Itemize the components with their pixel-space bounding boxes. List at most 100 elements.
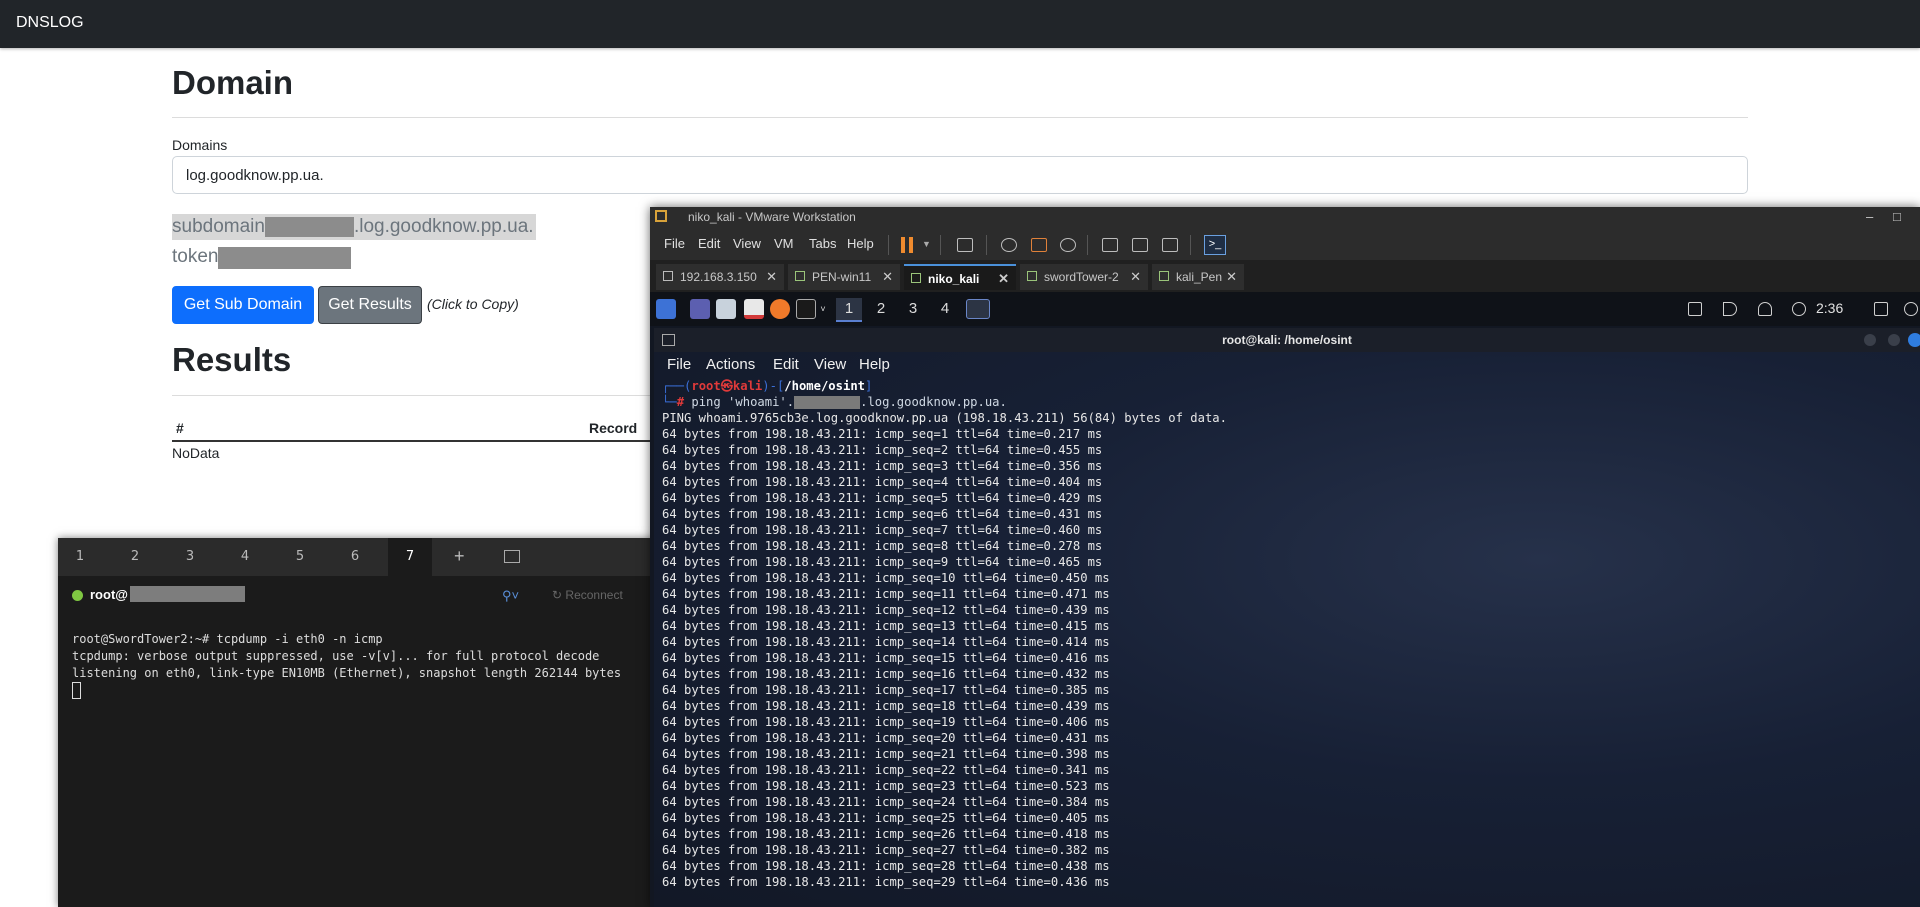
- firefox-icon[interactable]: [770, 299, 790, 319]
- column-header-record: Record: [589, 420, 638, 436]
- terminal-tab-5[interactable]: 5: [278, 538, 322, 576]
- kali-menu-edit[interactable]: Edit: [773, 356, 799, 373]
- vm-tab-kali-pen[interactable]: kali_Pen ✕: [1152, 264, 1244, 290]
- workspace-4[interactable]: 4: [932, 298, 958, 320]
- library-view-icon[interactable]: [1102, 238, 1118, 252]
- menu-help[interactable]: Help: [847, 236, 874, 251]
- kali-terminal-output[interactable]: ┌──(root㉿kali)-[/home/osint] └─# ping 'wh…: [662, 378, 1227, 890]
- vmware-logo-icon: [655, 210, 667, 222]
- menu-vm[interactable]: VM: [774, 236, 794, 251]
- vm-tab-swordtower-2[interactable]: swordTower-2 ✕: [1020, 264, 1148, 290]
- pause-dropdown-icon[interactable]: ▼: [922, 239, 931, 249]
- terminal-output[interactable]: root@SwordTower2:~# tcpdump -i eth0 -n i…: [72, 631, 621, 699]
- snapshot-manager-icon[interactable]: [1060, 238, 1076, 252]
- token-text[interactable]: token: [172, 244, 352, 270]
- kali-terminal-window[interactable]: root@kali: /home/osint File Actions Edit…: [654, 328, 1920, 907]
- kali-menu-view[interactable]: View: [814, 356, 846, 373]
- terminal-tab-1[interactable]: 1: [58, 538, 102, 576]
- ping-reply-line: 64 bytes from 198.18.43.211: icmp_seq=27…: [662, 843, 1110, 857]
- ping-reply-line: 64 bytes from 198.18.43.211: icmp_seq=24…: [662, 795, 1110, 809]
- vm-tab-niko-kali[interactable]: niko_kali ✕: [904, 264, 1016, 290]
- full-screen-icon[interactable]: [1162, 238, 1178, 252]
- chevron-down-icon[interactable]: ˅: [810, 298, 836, 320]
- kali-terminal-title-bar[interactable]: root@kali: /home/osint: [654, 328, 1920, 352]
- vm-tab-192-168-3-150[interactable]: 192.168.3.150 ✕: [656, 264, 784, 290]
- close-icon[interactable]: [1908, 333, 1920, 347]
- running-terminal-task-icon[interactable]: [966, 299, 990, 319]
- pause-icon[interactable]: [901, 237, 905, 253]
- get-sub-domain-button[interactable]: Get Sub Domain: [172, 286, 314, 324]
- toolbar-separator: [940, 235, 941, 255]
- console-view-icon[interactable]: >_: [1204, 235, 1226, 255]
- power-status-icon[interactable]: [1792, 302, 1806, 316]
- vmware-title-bar[interactable]: niko_kali - VMware Workstation – □: [650, 207, 1920, 227]
- kali-menu-file[interactable]: File: [667, 356, 691, 373]
- domains-label: Domains: [172, 137, 228, 153]
- text-editor-icon[interactable]: [744, 299, 764, 319]
- lightbulb-icon[interactable]: ⚲˅: [502, 588, 519, 604]
- maximize-icon[interactable]: [1888, 334, 1900, 346]
- new-tab-plus-icon[interactable]: +: [454, 546, 465, 567]
- get-results-button[interactable]: Get Results: [318, 286, 422, 324]
- logout-icon[interactable]: [1904, 302, 1918, 316]
- kali-menu-actions[interactable]: Actions: [706, 356, 755, 373]
- terminal-tab-2[interactable]: 2: [113, 538, 157, 576]
- revert-snapshot-icon[interactable]: [1031, 238, 1047, 252]
- menu-tabs[interactable]: Tabs: [809, 236, 836, 251]
- minimize-icon[interactable]: –: [1866, 207, 1873, 227]
- ping-header: PING whoami.9765cb3e.log.goodknow.pp.ua …: [662, 411, 1227, 425]
- vm-tab-pen-win11[interactable]: PEN-win11 ✕: [788, 264, 900, 290]
- show-desktop-icon[interactable]: [690, 299, 710, 319]
- terminal-tab-6[interactable]: 6: [333, 538, 377, 576]
- menu-edit[interactable]: Edit: [698, 236, 720, 251]
- display-icon[interactable]: [1688, 302, 1702, 316]
- thumbnail-view-icon[interactable]: [1132, 238, 1148, 252]
- brand-link[interactable]: DNSLOG: [16, 14, 84, 32]
- subdomain-text[interactable]: subdomain .log.goodknow.pp.ua.: [172, 214, 536, 240]
- file-manager-icon[interactable]: [716, 299, 736, 319]
- redacted-mask: [264, 217, 354, 237]
- lock-icon[interactable]: [1874, 302, 1888, 316]
- reconnect-button[interactable]: ↻ Reconnect: [552, 588, 623, 602]
- workspace-1[interactable]: 1: [836, 298, 862, 322]
- domains-input[interactable]: [172, 156, 1748, 194]
- close-icon[interactable]: ✕: [1226, 264, 1237, 290]
- close-icon[interactable]: ✕: [766, 264, 777, 290]
- volume-icon[interactable]: [1723, 302, 1737, 316]
- terminal-tab-4[interactable]: 4: [223, 538, 267, 576]
- window-tabs-icon[interactable]: [504, 550, 520, 563]
- close-icon[interactable]: ✕: [882, 264, 893, 290]
- notification-bell-icon[interactable]: [1758, 302, 1772, 316]
- host-prefix: root@: [90, 587, 128, 602]
- menu-file[interactable]: File: [664, 236, 685, 251]
- ping-reply-line: 64 bytes from 198.18.43.211: icmp_seq=2 …: [662, 443, 1103, 457]
- vm-tab-icon: [1027, 271, 1037, 281]
- menu-view[interactable]: View: [733, 236, 761, 251]
- ping-reply-line: 64 bytes from 198.18.43.211: icmp_seq=5 …: [662, 491, 1103, 505]
- ping-reply-line: 64 bytes from 198.18.43.211: icmp_seq=1 …: [662, 427, 1103, 441]
- kali-top-panel: ˅ 1 2 3 4 2:36: [650, 292, 1920, 326]
- close-icon[interactable]: ✕: [1130, 264, 1141, 290]
- terminal-tab-3[interactable]: 3: [168, 538, 212, 576]
- snapshot-icon[interactable]: [1001, 238, 1017, 252]
- kali-menu-icon[interactable]: [656, 299, 676, 319]
- vmware-menu-bar: File Edit View VM Tabs Help ▼ >_: [650, 227, 1920, 260]
- vm-tab-icon: [911, 273, 921, 283]
- workspace-3[interactable]: 3: [900, 298, 926, 320]
- table-header-border: [172, 440, 652, 442]
- terminal-tab-7[interactable]: 7: [388, 538, 432, 576]
- ping-reply-line: 64 bytes from 198.18.43.211: icmp_seq=20…: [662, 731, 1110, 745]
- close-icon[interactable]: ✕: [998, 266, 1009, 292]
- kali-menu-help[interactable]: Help: [859, 356, 890, 373]
- divider: [172, 117, 1748, 118]
- click-to-copy-hint: (Click to Copy): [427, 296, 519, 312]
- clock[interactable]: 2:36: [1816, 300, 1843, 316]
- send-ctrl-alt-del-icon[interactable]: [957, 238, 973, 252]
- guest-desktop[interactable]: ˅ 1 2 3 4 2:36 root@kali: /home/osint Fi…: [650, 292, 1920, 907]
- minimize-icon[interactable]: [1864, 334, 1876, 346]
- vm-tab-label: swordTower-2: [1044, 270, 1119, 284]
- workspace-2[interactable]: 2: [868, 298, 894, 320]
- empty-results-text: NoData: [172, 445, 220, 461]
- toolbar-separator: [1087, 235, 1088, 255]
- maximize-icon[interactable]: □: [1893, 207, 1901, 227]
